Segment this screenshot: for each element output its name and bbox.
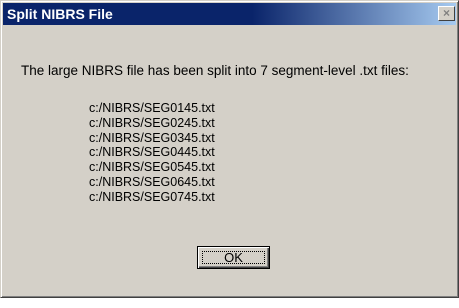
ok-button[interactable]: OK [197, 246, 270, 269]
list-item: c:/NIBRS/SEG0145.txt [89, 101, 215, 115]
file-list: c:/NIBRS/SEG0145.txt c:/NIBRS/SEG0245.tx… [89, 101, 215, 205]
close-button[interactable]: × [438, 6, 455, 21]
list-item: c:/NIBRS/SEG0245.txt [89, 115, 215, 130]
list-item: c:/NIBRS/SEG0745.txt [89, 189, 215, 204]
list-item: c:/NIBRS/SEG0345.txt [89, 130, 215, 145]
message-dialog: Split NIBRS File × The large NIBRS file … [0, 0, 459, 298]
list-item: c:/NIBRS/SEG0445.txt [89, 145, 215, 160]
list-item: c:/NIBRS/SEG0645.txt [89, 174, 215, 189]
ok-button-label: OK [224, 250, 243, 265]
dialog-message: The large NIBRS file has been split into… [21, 63, 409, 78]
list-item: c:/NIBRS/SEG0545.txt [89, 160, 215, 175]
title-bar[interactable]: Split NIBRS File × [3, 3, 456, 25]
close-icon: × [442, 6, 450, 20]
window-title: Split NIBRS File [7, 6, 113, 22]
